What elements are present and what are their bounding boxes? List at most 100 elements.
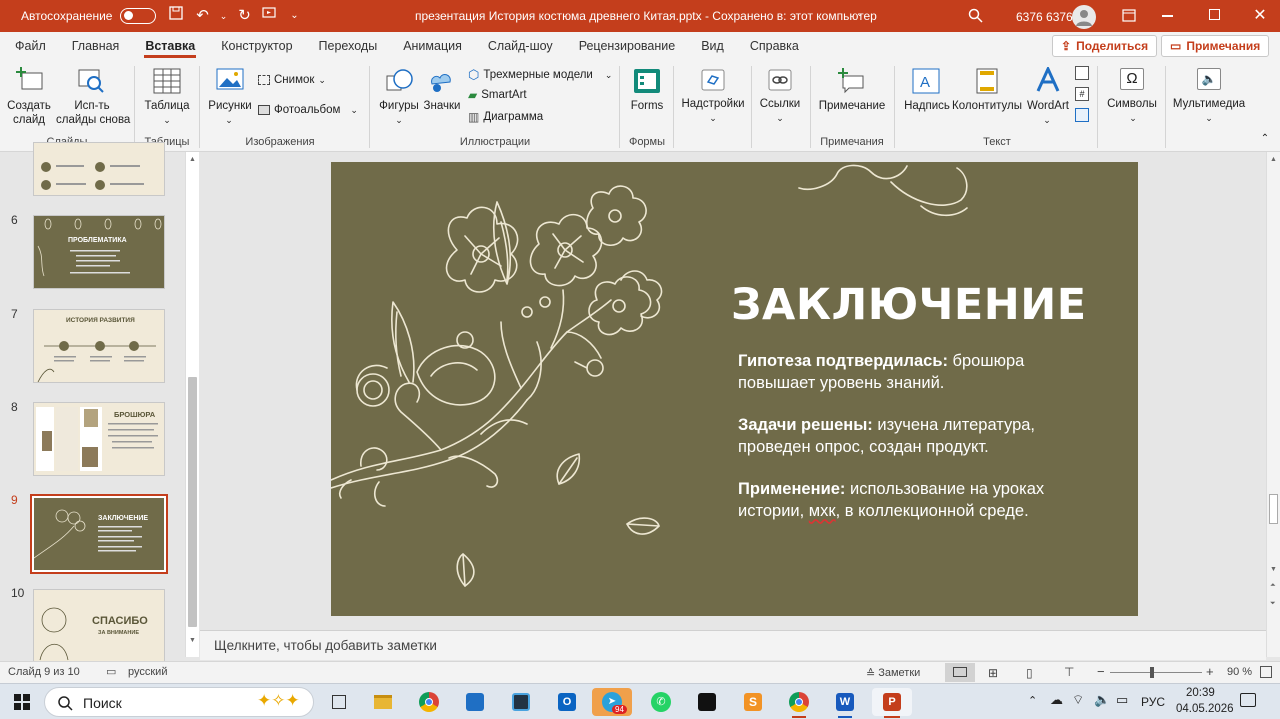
pictures-dropdown-icon[interactable]: ⌄ [222,113,236,127]
new-comment-button[interactable]: Примечание [814,99,890,113]
wordart-icon[interactable] [1035,65,1061,96]
tab-file[interactable]: Файл [2,32,59,60]
wifi-icon[interactable]: ⌔ [1072,692,1084,708]
cloud-icon[interactable]: ☁ [1050,692,1063,708]
notification-icon[interactable] [1240,693,1256,707]
collapse-ribbon-icon[interactable]: ⌃ [1258,132,1272,146]
zoom-level[interactable]: 90 % [1227,666,1252,678]
store-icon[interactable] [460,688,490,716]
tab-review[interactable]: Рецензирование [566,32,689,60]
pictures-icon[interactable] [216,68,244,95]
textbox-icon[interactable]: A [912,68,940,97]
slideshow-icon[interactable]: ⊤ [1064,665,1074,679]
powerpoint-icon[interactable]: P [872,688,912,718]
volume-icon[interactable]: 🔈 [1094,692,1110,708]
comments-button[interactable]: ▭ Примечания [1161,35,1270,57]
slide-thumbnail[interactable]: СПАСИБО ЗА ВНИМАНИЕ [33,589,165,663]
textbox-button[interactable]: Надпись [900,99,954,113]
maximize-icon[interactable] [1209,9,1220,20]
slide-number-icon[interactable]: # [1075,87,1089,101]
autosave-toggle[interactable] [120,8,157,24]
table-icon[interactable] [153,68,181,97]
scroll-down-icon[interactable]: ▼ [189,637,196,644]
next-slide-icon[interactable]: ⏷ [1270,600,1276,608]
zoom-slider[interactable] [1110,672,1202,673]
slide-thumbnail[interactable]: ИСТОРИЯ РАЗВИТИЯ [33,309,165,383]
customize-qat-icon[interactable]: ⌄ [282,0,306,32]
tab-help[interactable]: Справка [737,32,812,60]
slide-thumbnail[interactable] [33,142,165,196]
symbols-icon[interactable]: Ω [1120,68,1144,90]
shapes-button[interactable]: Фигуры [375,99,423,113]
sublime-icon[interactable]: S [738,688,768,716]
windows-start-icon[interactable] [14,694,30,713]
minimize-icon[interactable] [1162,15,1173,17]
save-icon[interactable] [162,0,190,32]
search-icon[interactable] [968,8,983,26]
tab-home[interactable]: Главная [59,32,133,60]
reuse-slides-button[interactable]: Исп-ть слайды снова [56,99,130,127]
new-comment-icon[interactable] [837,68,865,97]
present-icon[interactable] [256,0,282,32]
chart-button[interactable]: ▥ Диаграмма [468,110,543,124]
wordart-dropdown-icon[interactable]: ⌄ [1040,113,1054,127]
reuse-slides-icon[interactable] [77,68,105,97]
shapes-dropdown-icon[interactable]: ⌄ [392,113,406,127]
tab-design[interactable]: Конструктор [208,32,305,60]
photo-album-button[interactable]: Фотоальбом ⌄ [258,104,358,116]
document-title[interactable]: презентация История костюма древнего Кит… [415,9,877,23]
chrome-icon-2[interactable] [784,688,814,718]
undo-dropdown-icon[interactable]: ⌄ [214,0,232,32]
tab-insert[interactable]: Вставка [132,32,208,60]
taskbar-search-box[interactable]: Поиск ✦✧✦ [44,687,314,717]
telegram-icon[interactable]: ➤ 94 [592,688,632,716]
title-dropdown-icon[interactable]: ⌄ [856,8,864,19]
slide-title[interactable]: ЗАКЛЮЧЕНИЕ [731,280,1087,330]
addins-button[interactable]: Надстройки [680,97,746,111]
links-button[interactable]: Ссылки [754,97,806,111]
zoom-slider-handle[interactable] [1150,667,1154,678]
tab-view[interactable]: Вид [688,32,737,60]
screenshot-button[interactable]: Снимок ⌄ [258,74,326,86]
spellcheck-icon[interactable]: ▭ [106,665,116,678]
zoom-in-icon[interactable]: + [1206,664,1214,679]
tab-slideshow[interactable]: Слайд-шоу [475,32,566,60]
scrollbar-thumb[interactable] [1269,494,1278,524]
media-button[interactable]: Мультимедиа [1168,97,1250,111]
app-icon[interactable] [506,688,536,716]
normal-view-button[interactable] [945,663,975,682]
links-dropdown-icon[interactable]: ⌄ [773,111,787,125]
slide-thumbnail-selected[interactable]: ЗАКЛЮЧЕНИЕ [30,494,168,574]
thumbnails-scrollbar[interactable]: ▲ ▼ [185,152,199,657]
fit-to-window-icon[interactable] [1260,666,1272,678]
close-icon[interactable]: ✕ [1250,0,1270,32]
file-explorer-icon[interactable] [368,688,398,716]
addins-dropdown-icon[interactable]: ⌄ [706,111,720,125]
input-language[interactable]: РУС [1141,695,1165,709]
table-button[interactable]: Таблица [140,99,194,113]
media-icon[interactable]: 🔈 [1197,68,1221,90]
forms-button[interactable]: Forms [625,99,669,113]
links-icon[interactable] [767,68,793,95]
reading-view-icon[interactable]: ▯ [1026,666,1033,680]
task-view-icon[interactable] [324,688,354,716]
slide-thumbnail[interactable]: ПРОБЛЕМАТИКА [33,215,165,289]
table-dropdown-icon[interactable]: ⌄ [160,113,174,127]
slide-scrollbar[interactable]: ▲ ▼ ⏶ ⏷ [1266,152,1280,657]
undo-icon[interactable]: ↶ [190,0,214,32]
slide-sorter-icon[interactable]: ⊞ [988,666,998,680]
shapes-icon[interactable] [386,68,414,97]
addins-icon[interactable] [700,68,726,95]
share-button[interactable]: ⇪ Поделиться [1052,35,1158,57]
forms-icon[interactable] [633,68,661,97]
word-icon[interactable]: W [830,688,860,718]
new-slide-icon[interactable] [16,67,44,96]
header-footer-button[interactable]: Колонтитулы [950,99,1024,113]
3d-models-button[interactable]: ⬡ Трехмерные модели ⌄ [468,67,612,83]
user-name[interactable]: 6376 6376 [1016,10,1073,24]
pictures-button[interactable]: Рисунки [205,99,255,113]
symbols-button[interactable]: Символы [1103,97,1161,111]
language-status[interactable]: русский [128,666,167,678]
icons-button[interactable]: Значки [420,99,464,113]
header-footer-icon[interactable] [976,68,998,97]
